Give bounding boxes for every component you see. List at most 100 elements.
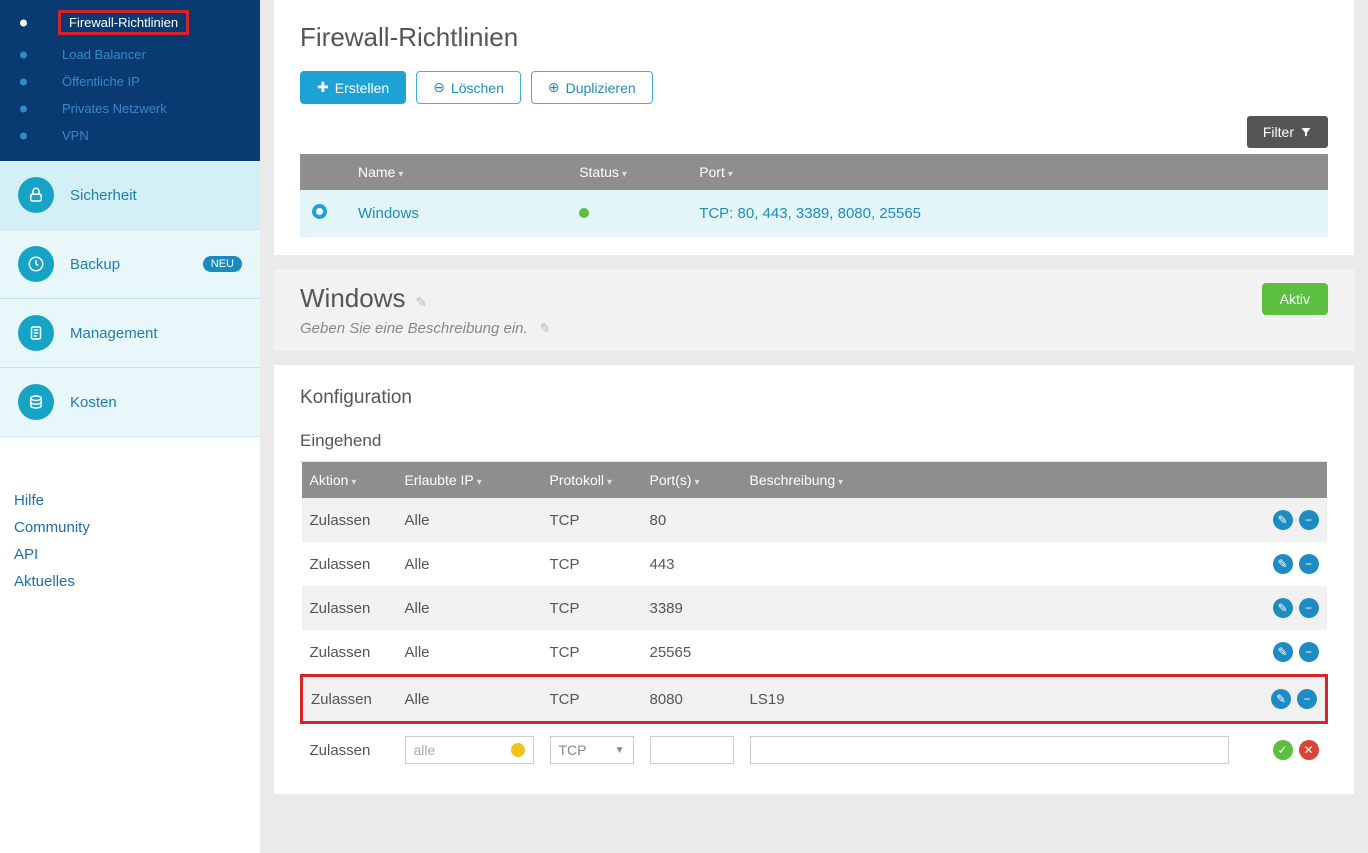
newrule-action: Zulassen bbox=[302, 723, 397, 777]
radio-selected[interactable] bbox=[312, 204, 327, 219]
col-desc[interactable]: Beschreibung▾ bbox=[742, 462, 1237, 498]
link-community[interactable]: Community bbox=[14, 514, 246, 541]
config-sub: Eingehend bbox=[300, 431, 1328, 462]
confirm-rule-icon[interactable]: ✓ bbox=[1273, 740, 1293, 760]
edit-rule-icon[interactable]: ✎ bbox=[1273, 510, 1293, 530]
sidebar-item-security[interactable]: Sicherheit bbox=[0, 161, 260, 230]
remove-rule-icon[interactable]: − bbox=[1299, 554, 1319, 574]
rule-ports: 80 bbox=[642, 498, 742, 542]
sidebar-item-label: VPN bbox=[62, 128, 89, 143]
rule-action: Zulassen bbox=[302, 498, 397, 542]
sidebar-item-label: Load Balancer bbox=[62, 47, 146, 62]
edit-rule-icon[interactable]: ✎ bbox=[1273, 598, 1293, 618]
minus-icon: ⊖ bbox=[433, 79, 445, 96]
page-title: Firewall-Richtlinien bbox=[300, 22, 1328, 53]
rule-desc bbox=[742, 498, 1237, 542]
rule-allowed: Alle bbox=[397, 676, 542, 723]
col-status[interactable]: Status▾ bbox=[567, 154, 687, 190]
col-allowed[interactable]: Erlaubte IP▾ bbox=[397, 462, 542, 498]
sidebar-item-label: Backup bbox=[70, 256, 120, 273]
delete-button[interactable]: ⊖ Löschen bbox=[416, 71, 521, 104]
create-button[interactable]: ✚ Erstellen bbox=[300, 71, 406, 104]
rule-row: ZulassenAlleTCP25565✎− bbox=[302, 630, 1327, 676]
sidebar-item-management[interactable]: Management bbox=[0, 299, 260, 368]
rule-action: Zulassen bbox=[302, 542, 397, 586]
filter-icon bbox=[1300, 126, 1312, 138]
policy-row[interactable]: Windows TCP: 80, 443, 3389, 8080, 25565 bbox=[300, 190, 1328, 237]
remove-rule-icon[interactable]: − bbox=[1299, 642, 1319, 662]
detail-panel: Windows ✎ Geben Sie eine Beschreibung ei… bbox=[274, 269, 1354, 351]
sidebar-item-vpn[interactable]: VPN bbox=[0, 122, 260, 149]
edit-rule-icon[interactable]: ✎ bbox=[1273, 554, 1293, 574]
duplicate-button[interactable]: ⊕ Duplizieren bbox=[531, 71, 653, 104]
link-hilfe[interactable]: Hilfe bbox=[14, 487, 246, 514]
col-port[interactable]: Port▾ bbox=[687, 154, 1328, 190]
filter-label: Filter bbox=[1263, 124, 1294, 140]
edit-title-icon[interactable]: ✎ bbox=[415, 294, 427, 310]
rule-row: ZulassenAlleTCP443✎− bbox=[302, 542, 1327, 586]
rule-row: ZulassenAlleTCP80 ✎− bbox=[302, 498, 1327, 542]
detail-desc: Geben Sie eine Beschreibung ein. bbox=[300, 320, 528, 337]
sidebar-item-loadbalancer[interactable]: Load Balancer bbox=[0, 41, 260, 68]
status-indicator bbox=[579, 208, 589, 218]
rule-action: Zulassen bbox=[302, 586, 397, 630]
cancel-rule-icon[interactable]: ✕ bbox=[1299, 740, 1319, 760]
link-aktuelles[interactable]: Aktuelles bbox=[14, 568, 246, 595]
delete-label: Löschen bbox=[451, 80, 504, 96]
duplicate-icon: ⊕ bbox=[548, 79, 560, 96]
rule-proto: TCP bbox=[542, 586, 642, 630]
create-label: Erstellen bbox=[335, 80, 389, 96]
col-proto[interactable]: Protokoll▾ bbox=[542, 462, 642, 498]
rule-ports: 8080 bbox=[642, 676, 742, 723]
rule-proto: TCP bbox=[542, 630, 642, 676]
edit-desc-icon[interactable]: ✎ bbox=[538, 320, 550, 336]
rule-allowed: Alle bbox=[397, 630, 542, 676]
sidebar-item-label: Firewall-Richtlinien bbox=[58, 10, 189, 35]
sidebar-item-backup[interactable]: Backup NEU bbox=[0, 230, 260, 299]
new-rule-row: Zulassen alle TCP▼ ✓ ✕ bbox=[302, 723, 1327, 777]
detail-title: Windows bbox=[300, 283, 405, 313]
allowed-ip-input[interactable]: alle bbox=[405, 736, 534, 764]
protocol-select[interactable]: TCP▼ bbox=[550, 736, 634, 764]
rule-allowed: Alle bbox=[397, 542, 542, 586]
plus-icon: ✚ bbox=[317, 79, 329, 96]
edit-rule-icon[interactable]: ✎ bbox=[1273, 642, 1293, 662]
sidebar-item-costs[interactable]: Kosten bbox=[0, 368, 260, 437]
sidebar-item-label: Management bbox=[70, 325, 158, 342]
rule-allowed: Alle bbox=[397, 498, 542, 542]
link-api[interactable]: API bbox=[14, 541, 246, 568]
ports-input[interactable] bbox=[650, 736, 734, 764]
config-panel: Konfiguration Eingehend Aktion▾ Erlaubte… bbox=[274, 365, 1354, 794]
rule-desc: LS19 bbox=[742, 676, 1237, 723]
lock-icon bbox=[18, 177, 54, 213]
history-icon bbox=[18, 246, 54, 282]
rule-action: Zulassen bbox=[302, 676, 397, 723]
description-input[interactable] bbox=[750, 736, 1229, 764]
sidebar-item-privatenet[interactable]: Privates Netzwerk bbox=[0, 95, 260, 122]
rule-allowed: Alle bbox=[397, 586, 542, 630]
sidebar-item-publicip[interactable]: Öffentliche IP bbox=[0, 68, 260, 95]
sidebar-footer-links: Hilfe Community API Aktuelles bbox=[0, 487, 260, 595]
active-button[interactable]: Aktiv bbox=[1262, 283, 1328, 315]
coins-icon bbox=[18, 384, 54, 420]
duplicate-label: Duplizieren bbox=[566, 80, 636, 96]
col-name[interactable]: Name▾ bbox=[346, 154, 567, 190]
sidebar-item-label: Sicherheit bbox=[70, 187, 137, 204]
remove-rule-icon[interactable]: − bbox=[1299, 510, 1319, 530]
sidebar-item-firewall[interactable]: Firewall-Richtlinien bbox=[0, 4, 260, 41]
rule-action: Zulassen bbox=[302, 630, 397, 676]
filter-button[interactable]: Filter bbox=[1247, 116, 1328, 148]
main-content: Firewall-Richtlinien ✚ Erstellen ⊖ Lösch… bbox=[260, 0, 1368, 853]
rule-row: ZulassenAlleTCP3389✎− bbox=[302, 586, 1327, 630]
col-ports[interactable]: Port(s)▾ bbox=[642, 462, 742, 498]
remove-rule-icon[interactable]: − bbox=[1299, 598, 1319, 618]
col-action[interactable]: Aktion▾ bbox=[302, 462, 397, 498]
neu-badge: NEU bbox=[203, 256, 242, 272]
policies-table: Name▾ Status▾ Port▾ Windows TCP: 80, 443… bbox=[300, 154, 1328, 237]
action-buttons: ✚ Erstellen ⊖ Löschen ⊕ Duplizieren bbox=[300, 71, 1328, 104]
remove-rule-icon[interactable]: − bbox=[1297, 689, 1317, 709]
sidebar-item-label: Kosten bbox=[70, 394, 117, 411]
rule-proto: TCP bbox=[542, 498, 642, 542]
edit-rule-icon[interactable]: ✎ bbox=[1271, 689, 1291, 709]
rule-proto: TCP bbox=[542, 676, 642, 723]
